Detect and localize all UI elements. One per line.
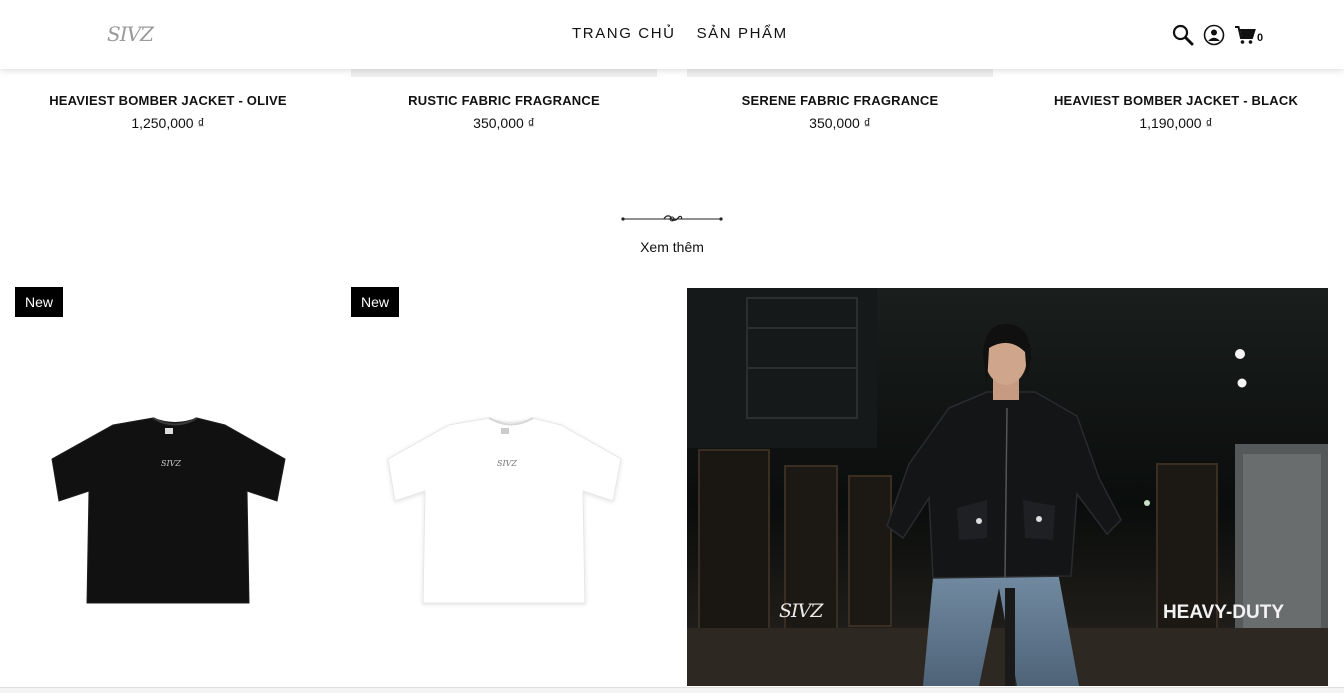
header-icons: 0	[1172, 24, 1263, 46]
banner-tagline: HEAVY-DUTY	[1162, 602, 1284, 623]
cart-count: 0	[1257, 32, 1264, 44]
product-price: 350,000 ₫	[473, 115, 535, 131]
ornament-divider-icon	[621, 215, 723, 222]
product-item[interactable]: RUSTIC FABRIC FRAGRANCE 350,000 ₫	[336, 92, 672, 132]
product-price: 1,190,000 ₫	[1139, 115, 1213, 131]
product-card[interactable]: New SIVZ	[351, 287, 687, 687]
see-more-link[interactable]: Xem thêm	[620, 239, 724, 255]
campaign-banner[interactable]: SIVZ HEAVY-DUTY	[687, 288, 1328, 686]
product-item[interactable]: SERENE FABRIC FRAGRANCE 350,000 ₫	[672, 92, 1008, 132]
new-badge: New	[15, 287, 63, 317]
product-item[interactable]: HEAVIEST BOMBER JACKET - BLACK 1,190,000…	[1008, 92, 1344, 132]
tshirt-image[interactable]	[15, 287, 335, 687]
tee-logo: SIVZ	[497, 459, 517, 468]
page-bottom-edge	[0, 687, 1344, 693]
site-header: SIVZ TRANG CHỦ SẢN PHẨM 0	[0, 0, 1344, 69]
cart-icon[interactable]	[1234, 24, 1256, 46]
main-nav: TRANG CHỦ SẢN PHẨM	[572, 24, 788, 44]
brand-logo[interactable]: SIVZ	[104, 12, 156, 56]
nav-products-link[interactable]: SẢN PHẨM	[697, 24, 788, 44]
banner-photo	[687, 288, 1328, 686]
nav-home-link[interactable]: TRANG CHỦ	[572, 24, 676, 44]
user-icon[interactable]	[1203, 24, 1225, 46]
product-name[interactable]: SERENE FABRIC FRAGRANCE	[672, 92, 1008, 109]
product-price: 1,250,000 ₫	[131, 115, 205, 131]
product-card[interactable]: New SIVZ	[15, 287, 351, 687]
product-name[interactable]: RUSTIC FABRIC FRAGRANCE	[336, 92, 672, 109]
product-name[interactable]: HEAVIEST BOMBER JACKET - OLIVE	[0, 92, 336, 109]
banner-logo: SIVZ	[779, 600, 823, 622]
product-image-edge	[687, 69, 993, 77]
product-name[interactable]: HEAVIEST BOMBER JACKET - BLACK	[1008, 92, 1344, 109]
product-item[interactable]: HEAVIEST BOMBER JACKET - OLIVE 1,250,000…	[0, 92, 336, 132]
tshirt-image[interactable]	[351, 287, 671, 687]
product-price: 350,000 ₫	[809, 115, 871, 131]
new-badge: New	[351, 287, 399, 317]
tee-logo: SIVZ	[161, 459, 181, 468]
product-image-edge	[351, 69, 657, 77]
search-icon[interactable]	[1172, 24, 1194, 46]
